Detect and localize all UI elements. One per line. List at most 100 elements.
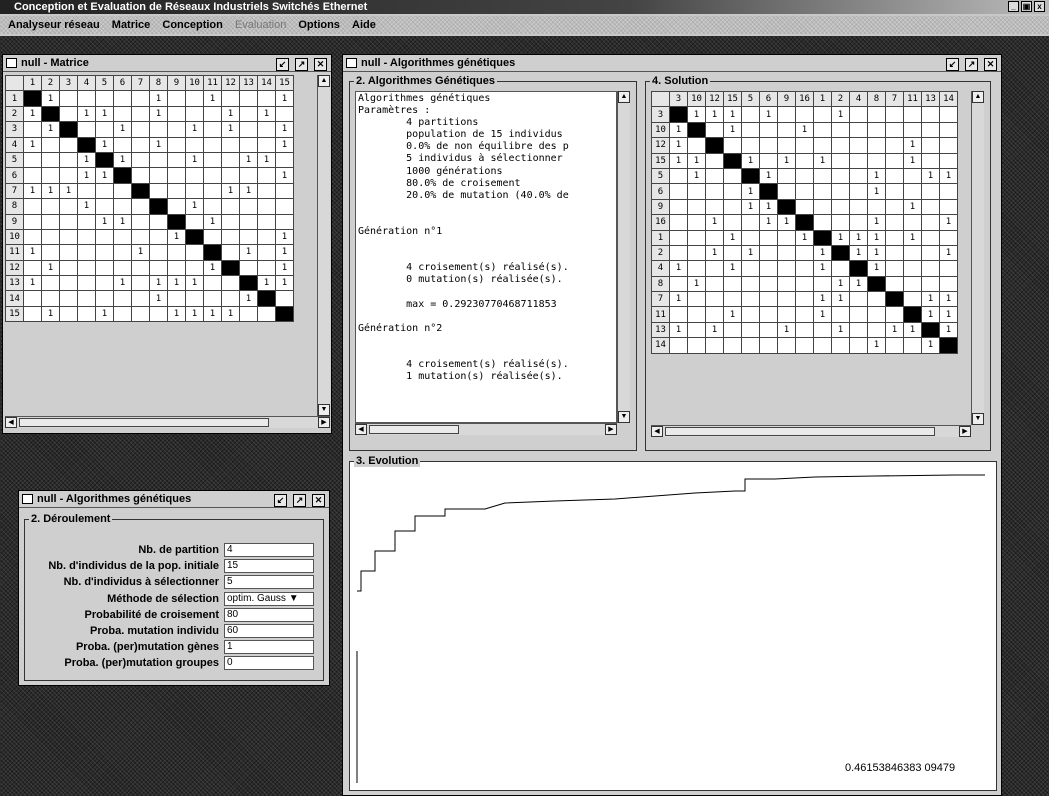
matrix-cell[interactable]: 1 xyxy=(759,198,778,216)
matrix-cell[interactable] xyxy=(813,137,832,154)
menu-evaluation[interactable]: Evaluation xyxy=(235,16,286,34)
matrix-cell[interactable] xyxy=(849,137,868,154)
matrix-cell[interactable] xyxy=(687,321,706,339)
column-header[interactable]: 4 xyxy=(849,91,868,108)
column-header[interactable]: 1 xyxy=(813,91,832,108)
maximize-button[interactable]: ▣ xyxy=(1021,1,1032,12)
menu-conception[interactable]: Conception xyxy=(162,16,223,34)
matrix-cell[interactable]: 1 xyxy=(23,275,42,292)
scroll-thumb[interactable] xyxy=(19,418,269,427)
matrix-cell[interactable] xyxy=(777,183,796,200)
matrix-cell[interactable] xyxy=(795,306,814,323)
matrix-cell[interactable]: 1 xyxy=(867,183,886,200)
matrix-cell[interactable] xyxy=(95,244,114,261)
solution-vscrollbar[interactable]: ▲ ▼ xyxy=(971,91,984,425)
matrix-cell[interactable] xyxy=(687,183,706,200)
matrix-cell[interactable] xyxy=(705,337,724,354)
matrix-cell[interactable] xyxy=(921,198,940,216)
row-header[interactable]: 12 xyxy=(651,137,670,154)
matrix-cell[interactable]: 1 xyxy=(41,259,60,277)
scroll-right-icon[interactable]: ▶ xyxy=(318,417,330,428)
matrix-cell[interactable] xyxy=(777,275,796,293)
matrix-cell[interactable] xyxy=(203,136,222,153)
matrix-cell[interactable] xyxy=(849,198,868,216)
matrix-cell[interactable] xyxy=(185,259,204,277)
matrix-cell[interactable]: 1 xyxy=(203,259,222,277)
matrix-cell[interactable] xyxy=(131,290,150,307)
matrix-cell[interactable] xyxy=(849,306,868,323)
matrix-cell[interactable] xyxy=(777,137,796,154)
matrix-cell[interactable] xyxy=(275,290,294,307)
matrix-cell[interactable] xyxy=(921,121,940,139)
close-icon[interactable]: ✕ xyxy=(314,58,327,71)
matrix-cell[interactable] xyxy=(257,136,276,153)
column-header[interactable]: 2 xyxy=(41,75,60,92)
column-header[interactable]: 12 xyxy=(221,75,240,92)
matrix-cell[interactable] xyxy=(275,182,294,200)
matrix-cell[interactable] xyxy=(705,167,724,185)
matrix-cell[interactable]: 1 xyxy=(795,229,814,246)
matrix-cell[interactable] xyxy=(777,121,796,139)
matrix-cell[interactable] xyxy=(131,121,150,138)
matrix-cell[interactable]: 1 xyxy=(831,229,850,246)
matrix-cell[interactable]: 1 xyxy=(41,182,60,200)
matrix-cell[interactable] xyxy=(723,183,742,200)
row-header[interactable]: 12 xyxy=(5,259,24,277)
column-header[interactable]: 2 xyxy=(831,91,850,108)
row-header[interactable]: 11 xyxy=(651,306,670,323)
matrix-cell[interactable] xyxy=(723,137,742,154)
matrix-cell[interactable] xyxy=(113,259,132,277)
matrix-cell[interactable] xyxy=(221,259,240,277)
row-header[interactable]: 13 xyxy=(651,321,670,339)
settings-input[interactable]: 4 xyxy=(224,543,314,557)
matrix-cell[interactable] xyxy=(723,275,742,293)
matrix-cell[interactable] xyxy=(867,152,886,169)
matrix-cell[interactable] xyxy=(221,167,240,184)
matrix-cell[interactable]: 1 xyxy=(239,244,258,261)
matrix-cell[interactable] xyxy=(23,213,42,230)
matrix-cell[interactable] xyxy=(885,106,904,123)
matrix-cell[interactable] xyxy=(741,229,760,246)
matrix-cell[interactable] xyxy=(239,198,258,215)
matrix-cell[interactable] xyxy=(113,167,132,184)
matrix-cell[interactable]: 1 xyxy=(903,198,922,216)
matrix-cell[interactable] xyxy=(921,152,940,169)
matrix-cell[interactable] xyxy=(885,183,904,200)
settings-input[interactable]: 5 xyxy=(224,575,314,590)
matrix-cell[interactable] xyxy=(705,152,724,169)
matrix-cell[interactable] xyxy=(23,290,42,307)
scroll-down-icon[interactable]: ▼ xyxy=(972,413,984,425)
matrix-cell[interactable] xyxy=(759,260,778,277)
row-header[interactable]: 6 xyxy=(5,167,24,184)
matrix-cell[interactable] xyxy=(939,137,958,154)
matrix-cell[interactable]: 1 xyxy=(275,136,294,153)
matrix-cell[interactable]: 1 xyxy=(741,244,760,262)
matrix-cell[interactable] xyxy=(687,244,706,262)
row-header[interactable]: 16 xyxy=(651,214,670,231)
matrix-cell[interactable] xyxy=(669,275,688,293)
matrix-cell[interactable]: 1 xyxy=(687,167,706,185)
matrix-cell[interactable] xyxy=(903,167,922,185)
matrix-cell[interactable] xyxy=(23,198,42,215)
column-header[interactable]: 15 xyxy=(275,75,294,92)
menu-analyseur-reseau[interactable]: Analyseur réseau xyxy=(8,16,100,34)
matrix-cell[interactable] xyxy=(741,121,760,139)
row-header[interactable]: 5 xyxy=(651,167,670,185)
matrix-cell[interactable]: 1 xyxy=(921,306,940,323)
column-header[interactable]: 6 xyxy=(113,75,132,92)
matrix-cell[interactable] xyxy=(59,105,78,123)
matrix-cell[interactable] xyxy=(203,198,222,215)
matrix-cell[interactable]: 1 xyxy=(275,90,294,107)
matrix-cell[interactable] xyxy=(939,106,958,123)
matrix-cell[interactable] xyxy=(885,198,904,216)
matrix-cell[interactable] xyxy=(203,105,222,123)
matrix-cell[interactable] xyxy=(23,121,42,138)
matrix-cell[interactable] xyxy=(831,198,850,216)
adjacency-matrix[interactable]: 1 2 3 4 5 6 7 8 9 10 11 12 13 14 15 1 1 1 1 1 2 1 1 1 1 1 1 3 1 1 1 1 1 4… xyxy=(5,75,294,323)
column-header[interactable]: 16 xyxy=(795,91,814,108)
matrix-cell[interactable] xyxy=(741,275,760,293)
matrix-cell[interactable]: 1 xyxy=(939,167,958,185)
matrix-cell[interactable] xyxy=(759,137,778,154)
matrix-cell[interactable] xyxy=(131,167,150,184)
matrix-cell[interactable] xyxy=(221,228,240,246)
